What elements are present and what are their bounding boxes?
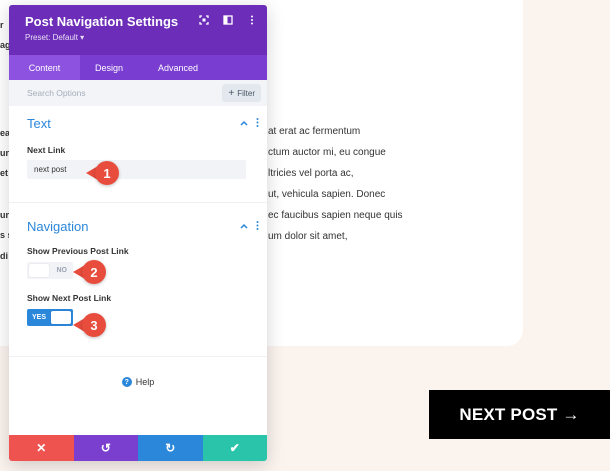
next-link-input[interactable]: next post xyxy=(27,160,246,179)
preset-selector[interactable]: Preset: Default ▾ xyxy=(25,33,255,42)
body-text-line: ltricies vel porta ac, xyxy=(268,168,354,179)
show-previous-label: Show Previous Post Link xyxy=(27,246,129,256)
section-title: Navigation xyxy=(27,219,89,234)
tab-content[interactable]: Content xyxy=(9,55,80,80)
body-text-line: ec faucibus sapien neque quis xyxy=(268,210,403,221)
text-section: Text Next Link next post xyxy=(9,106,267,202)
marker-number: 2 xyxy=(82,260,106,284)
navigation-section: Navigation Show Previous Post Link NO Sh… xyxy=(9,203,267,455)
cancel-button[interactable]: ✕ xyxy=(9,435,74,461)
undo-icon: ↺ xyxy=(100,441,111,455)
body-text-line: at erat ac fermentum xyxy=(268,126,361,137)
collapse-chevron-icon[interactable] xyxy=(240,118,248,129)
tab-bar: Content Design Advanced xyxy=(9,55,267,80)
toggle-state: NO xyxy=(56,267,68,274)
checkmark-icon: ✔ xyxy=(229,441,240,455)
navigation-section-header[interactable]: Navigation xyxy=(27,219,267,234)
sidebar-toggle-icon[interactable] xyxy=(223,15,233,25)
filter-button[interactable]: + Filter xyxy=(222,84,261,102)
search-row: + Filter xyxy=(9,80,267,106)
marker-number: 1 xyxy=(95,161,119,185)
help-label: Help xyxy=(135,377,155,387)
help-icon: ? xyxy=(121,377,132,387)
undo-button[interactable]: ↺ xyxy=(73,435,138,461)
text-fragment: r xyxy=(0,20,4,30)
body-text-line: ut, vehicula sapien. Donec xyxy=(268,189,386,200)
show-next-toggle[interactable]: YES xyxy=(27,309,73,326)
marker-number: 3 xyxy=(82,313,106,337)
section-more-icon[interactable] xyxy=(256,118,259,129)
toggle-knob xyxy=(29,264,49,277)
panel-footer: ✕ ↺ ↻ ✔ xyxy=(9,435,267,461)
tab-design[interactable]: Design xyxy=(80,55,138,80)
collapse-chevron-icon[interactable] xyxy=(240,221,248,232)
body-text-line: ctum auctor mi, eu congue xyxy=(268,147,386,158)
next-post-button[interactable]: NEXT POST → xyxy=(429,390,610,439)
text-fragment: di xyxy=(0,251,8,261)
more-options-icon[interactable] xyxy=(247,15,257,25)
toggle-state: YES xyxy=(32,314,47,321)
filter-plus-icon: + xyxy=(228,87,235,99)
callout-marker: 3 xyxy=(73,313,106,337)
section-divider xyxy=(9,356,267,357)
next-link-label: Next Link xyxy=(27,145,66,155)
text-section-header[interactable]: Text xyxy=(27,116,267,131)
filter-label: Filter xyxy=(237,88,255,98)
toggle-knob xyxy=(51,311,71,324)
settings-panel: Post Navigation Settings Preset: Default… xyxy=(9,5,267,461)
close-icon: ✕ xyxy=(36,441,47,455)
help-link[interactable]: ? Help xyxy=(9,377,267,387)
redo-icon: ↻ xyxy=(165,441,176,455)
show-next-label: Show Next Post Link xyxy=(27,293,112,303)
redo-button[interactable]: ↻ xyxy=(138,435,203,461)
body-text-line: um dolor sit amet, xyxy=(268,231,348,242)
section-more-icon[interactable] xyxy=(256,221,259,232)
fullscreen-icon[interactable] xyxy=(199,15,209,25)
search-options-input[interactable] xyxy=(27,88,177,98)
show-previous-toggle[interactable]: NO xyxy=(27,262,73,279)
tab-advanced[interactable]: Advanced xyxy=(138,55,218,80)
text-fragment: et xyxy=(0,168,9,178)
section-title: Text xyxy=(27,116,51,131)
callout-marker: 2 xyxy=(73,260,106,284)
panel-header: Post Navigation Settings Preset: Default… xyxy=(9,5,267,55)
callout-marker: 1 xyxy=(86,161,119,185)
save-button[interactable]: ✔ xyxy=(202,435,267,461)
